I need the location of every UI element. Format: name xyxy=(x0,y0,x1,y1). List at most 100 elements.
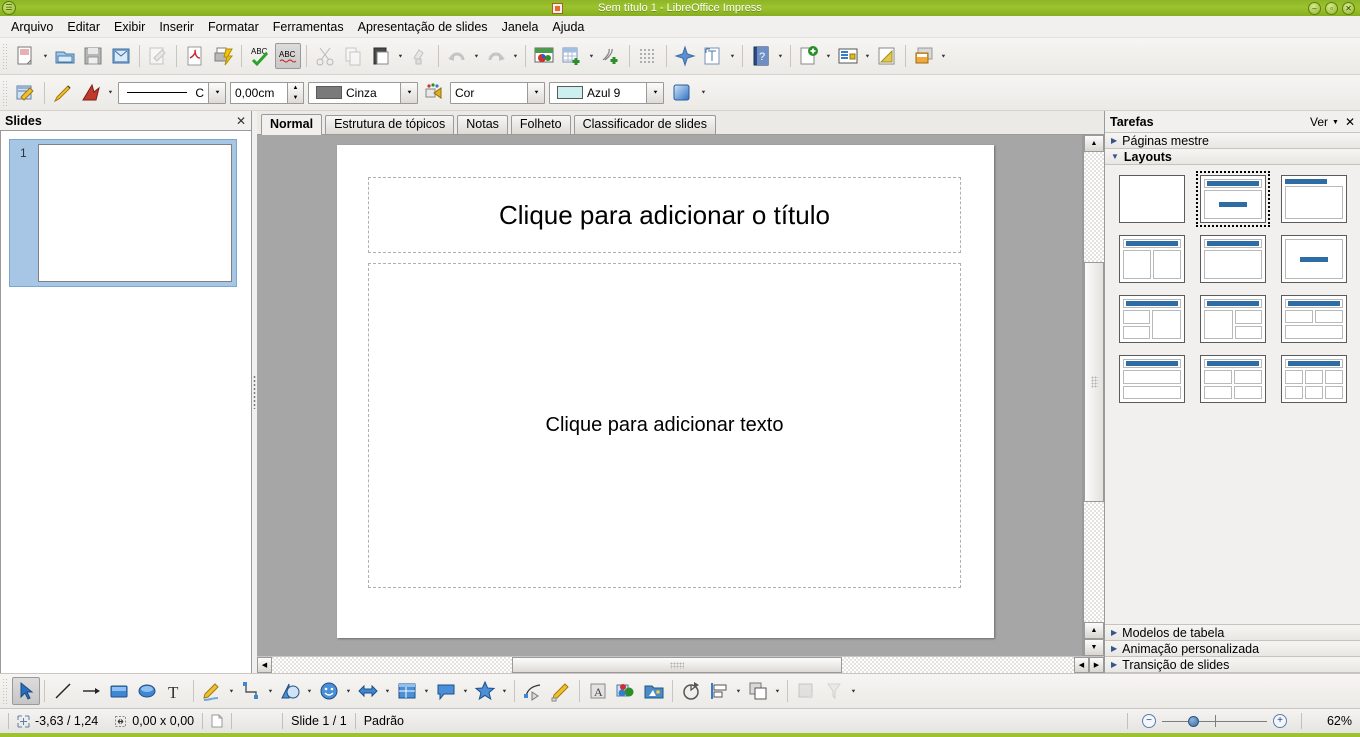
master-slide-dropdown-icon[interactable] xyxy=(938,43,949,69)
rotate-tool-button[interactable] xyxy=(677,677,705,705)
shadow-button[interactable] xyxy=(667,80,697,106)
print-file-button[interactable] xyxy=(210,43,236,69)
arrange-tool-button[interactable] xyxy=(744,677,772,705)
basic-shapes-dropdown-icon[interactable] xyxy=(304,678,315,704)
layout-title-four-content[interactable] xyxy=(1196,351,1270,407)
stars-dropdown-icon[interactable] xyxy=(499,678,510,704)
block-arrows-dropdown-icon[interactable] xyxy=(382,678,393,704)
help-dropdown-icon[interactable] xyxy=(775,43,786,69)
ellipse-tool-button[interactable] xyxy=(133,677,161,705)
new-document-dropdown-icon[interactable] xyxy=(40,43,51,69)
minimize-button[interactable]: – xyxy=(1308,1,1321,15)
select-tool-button[interactable] xyxy=(12,677,40,705)
copy-button[interactable] xyxy=(340,43,366,69)
slide-layout-dropdown-icon[interactable] xyxy=(862,43,873,69)
arrow-style-button[interactable] xyxy=(78,80,104,106)
tab-notas[interactable]: Notas xyxy=(457,115,508,134)
menu-formatar[interactable]: Formatar xyxy=(201,18,266,36)
points-tool-button[interactable] xyxy=(519,677,547,705)
tasks-section-animacao-personalizada[interactable]: ▶ Animação personalizada xyxy=(1105,640,1360,657)
clone-formatting-button[interactable] xyxy=(407,43,433,69)
line-arrow-tool-button[interactable] xyxy=(77,677,105,705)
menu-janela[interactable]: Janela xyxy=(495,18,546,36)
line-toolbar-overflow-icon[interactable] xyxy=(698,80,709,106)
tasks-section-layouts[interactable]: ▼ Layouts xyxy=(1105,148,1360,165)
tab-classificador-de-slides[interactable]: Classificador de slides xyxy=(573,115,716,134)
stars-tool-button[interactable] xyxy=(471,677,499,705)
menu-arquivo[interactable]: Arquivo xyxy=(4,18,60,36)
redo-dropdown-icon[interactable] xyxy=(510,43,521,69)
toolbar-grip[interactable] xyxy=(2,43,9,69)
insert-chart-button[interactable] xyxy=(531,43,557,69)
tasks-panel-close-icon[interactable]: ✕ xyxy=(1345,115,1355,129)
text-tool-button[interactable]: T xyxy=(161,677,189,705)
menu-inserir[interactable]: Inserir xyxy=(152,18,201,36)
tasks-section-modelos-de-tabela[interactable]: ▶ Modelos de tabela xyxy=(1105,624,1360,641)
new-slide-dropdown-icon[interactable] xyxy=(823,43,834,69)
text-box-dropdown-icon[interactable] xyxy=(727,43,738,69)
zoom-out-button[interactable]: − xyxy=(1142,714,1156,728)
line-width-spinner[interactable]: 0,00cm ▲ ▼ xyxy=(230,81,304,104)
connector-dropdown-icon[interactable] xyxy=(265,678,276,704)
scroll-left-button[interactable]: ◀ xyxy=(257,657,272,673)
scroll-down-button[interactable]: ▼ xyxy=(1084,639,1104,656)
open-document-button[interactable] xyxy=(52,43,78,69)
area-style-combo[interactable]: Cor xyxy=(450,81,545,104)
close-button[interactable]: ✕ xyxy=(1342,1,1355,15)
title-placeholder[interactable]: Clique para adicionar o título xyxy=(368,177,961,253)
new-slide-button[interactable] xyxy=(796,43,822,69)
slide-layout-button[interactable] xyxy=(835,43,861,69)
shadow-tool-button[interactable] xyxy=(792,677,820,705)
paste-dropdown-icon[interactable] xyxy=(395,43,406,69)
line-style-edit-button[interactable] xyxy=(50,80,76,106)
line-style-combo[interactable]: C xyxy=(118,81,226,104)
layout-title-two-top-one-bottom[interactable] xyxy=(1277,291,1351,347)
horizontal-scroll-track[interactable] xyxy=(272,657,1074,673)
slide-page[interactable]: Clique para adicionar o título Clique pa… xyxy=(337,145,994,638)
tab-folheto[interactable]: Folheto xyxy=(510,115,571,134)
scroll-up-small-button[interactable]: ▲ xyxy=(1084,622,1104,639)
new-document-button[interactable] xyxy=(13,43,39,69)
insert-table-dropdown-icon[interactable] xyxy=(586,43,597,69)
slide-canvas[interactable]: Clique para adicionar o título Clique pa… xyxy=(257,135,1083,656)
zoom-slider[interactable] xyxy=(1162,714,1267,728)
connector-tool-button[interactable] xyxy=(237,677,265,705)
layout-title-two-stacked[interactable] xyxy=(1115,351,1189,407)
autospellcheck-button[interactable]: ABC xyxy=(275,43,301,69)
spinner-down-icon[interactable]: ▼ xyxy=(288,93,303,103)
line-color-combo[interactable]: Cinza xyxy=(308,81,418,104)
block-arrows-tool-button[interactable] xyxy=(354,677,382,705)
maximize-button[interactable]: ▫ xyxy=(1325,1,1338,15)
layout-title-content-alt[interactable] xyxy=(1196,231,1270,287)
layout-title-content[interactable] xyxy=(1196,171,1270,227)
gallery-tool-button[interactable] xyxy=(640,677,668,705)
basic-shapes-tool-button[interactable] xyxy=(276,677,304,705)
symbol-shapes-dropdown-icon[interactable] xyxy=(343,678,354,704)
line-tool-button[interactable] xyxy=(49,677,77,705)
scroll-up-button[interactable]: ▲ xyxy=(1084,135,1104,152)
line-and-filling-button[interactable] xyxy=(13,80,39,106)
curve-dropdown-icon[interactable] xyxy=(226,678,237,704)
layout-centered-text[interactable] xyxy=(1277,231,1351,287)
callout-dropdown-icon[interactable] xyxy=(460,678,471,704)
vertical-scrollbar[interactable]: ▲ ▲ ▼ xyxy=(1083,135,1104,656)
body-placeholder[interactable]: Clique para adicionar texto xyxy=(368,263,961,588)
scroll-left-small-button[interactable]: ◀ xyxy=(1074,657,1089,673)
zoom-level-value[interactable]: 62% xyxy=(1316,714,1352,728)
vertical-scroll-thumb[interactable] xyxy=(1084,262,1104,502)
start-slideshow-button[interactable] xyxy=(874,43,900,69)
glue-points-tool-button[interactable] xyxy=(547,677,575,705)
horizontal-scrollbar[interactable]: ◀ ◀ ▶ xyxy=(257,656,1104,673)
arrow-style-dropdown-icon[interactable] xyxy=(105,80,116,106)
arrange-dropdown-icon[interactable] xyxy=(772,678,783,704)
area-style-dialog-button[interactable] xyxy=(421,80,447,106)
tasks-section-paginas-mestre[interactable]: ▶ Páginas mestre xyxy=(1105,132,1360,149)
menu-ferramentas[interactable]: Ferramentas xyxy=(266,18,351,36)
slides-panel-close-icon[interactable]: ✕ xyxy=(236,114,246,128)
line-style-dropdown-icon[interactable] xyxy=(208,82,225,103)
display-grid-button[interactable] xyxy=(635,43,661,69)
layout-blank-slide[interactable] xyxy=(1115,171,1189,227)
menu-exibir[interactable]: Exibir xyxy=(107,18,152,36)
tasks-view-dropdown-icon[interactable]: ▼ xyxy=(1332,119,1339,126)
line-width-stepper[interactable]: ▲ ▼ xyxy=(287,82,303,103)
